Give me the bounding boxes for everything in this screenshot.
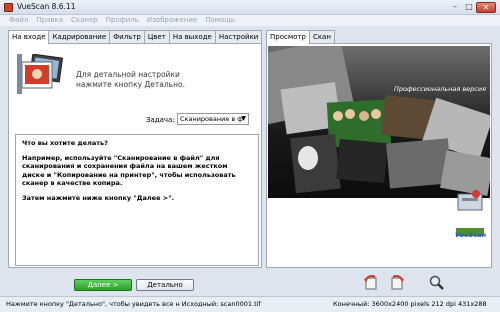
- chevron-down-icon: ▼: [241, 115, 246, 122]
- hint-text: Для детальной настройки нажмите кнопку Д…: [76, 70, 185, 89]
- pro-version-label: Профессиональная версия: [394, 85, 486, 93]
- tab-settings[interactable]: Настройки: [214, 30, 263, 43]
- rotate-right-icon[interactable]: [389, 275, 405, 291]
- preview-image[interactable]: Профессиональная версия: [268, 46, 490, 198]
- detail-button[interactable]: Детально: [136, 279, 194, 291]
- maximize-button[interactable]: □: [462, 2, 476, 13]
- help-text-box: Что вы хотите делать? Например, использу…: [15, 134, 259, 266]
- menu-image[interactable]: Изображение: [143, 15, 201, 26]
- help-heading: Что вы хотите делать?: [22, 139, 108, 147]
- window-title: VueScan 8.6.11: [17, 2, 76, 11]
- app-icon: [4, 3, 13, 12]
- title-bar: VueScan 8.6.11 – □ ✕: [0, 0, 500, 15]
- preview-panel: Профессиональная версия VueScan: [266, 43, 492, 268]
- task-select-value: Сканирование в ф: [180, 115, 243, 123]
- menu-profile[interactable]: Профиль: [102, 15, 143, 26]
- menu-help[interactable]: Помощь: [201, 15, 239, 26]
- tab-color[interactable]: Цвет: [143, 30, 170, 43]
- menu-edit[interactable]: Правка: [32, 15, 67, 26]
- help-paragraph: Затем нажмите ниже кнопку "Далее >".: [22, 193, 175, 202]
- minimize-button[interactable]: –: [448, 2, 462, 13]
- logo-text: VueScan: [455, 231, 487, 239]
- close-button[interactable]: ✕: [476, 2, 496, 13]
- menu-bar: Файл Правка Сканер Профиль Изображение П…: [0, 15, 500, 26]
- menu-file[interactable]: Файл: [5, 15, 32, 26]
- settings-panel: Для детальной настройки нажмите кнопку Д…: [8, 43, 262, 268]
- next-button[interactable]: Далее >: [74, 279, 132, 291]
- rotate-left-icon[interactable]: [363, 275, 379, 291]
- menu-scanner[interactable]: Сканер: [67, 15, 102, 26]
- right-tab-bar: Просмотр Скан: [266, 30, 335, 44]
- tab-scan[interactable]: Скан: [308, 30, 335, 43]
- photos-icon: [17, 54, 64, 94]
- status-left-text: Нажмите кнопку "Детально", чтобы увидеть…: [6, 300, 261, 308]
- tab-crop[interactable]: Кадрирование: [48, 30, 111, 43]
- status-right-text: Конечный: 3600x2400 pixels 212 dpi 431x2…: [333, 300, 487, 308]
- task-label: Задача:: [146, 116, 175, 124]
- left-tab-bar: На входе Кадрирование Фильтр Цвет На вых…: [8, 30, 263, 44]
- help-paragraph: Например, используйте "Сканирование в фа…: [22, 153, 236, 188]
- tab-filter[interactable]: Фильтр: [109, 30, 145, 43]
- task-select[interactable]: Сканирование в ф ▼: [177, 113, 249, 125]
- zoom-icon[interactable]: [429, 275, 445, 291]
- tab-input[interactable]: На входе: [8, 30, 50, 44]
- status-bar: Нажмите кнопку "Детально", чтобы увидеть…: [0, 296, 500, 312]
- tab-preview[interactable]: Просмотр: [266, 30, 310, 44]
- preview-collage: [268, 46, 490, 197]
- tab-output[interactable]: На выходе: [168, 30, 216, 43]
